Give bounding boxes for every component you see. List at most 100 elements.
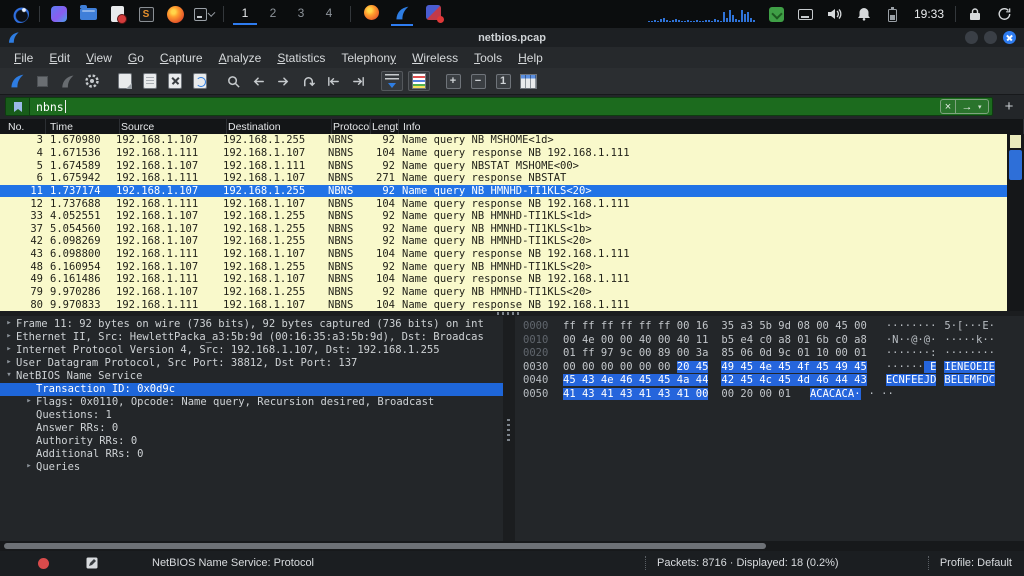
vertical-splitter[interactable]	[503, 316, 515, 541]
expand-arrow-icon[interactable]: ▸	[2, 331, 16, 344]
restart-capture-button[interactable]	[55, 70, 79, 92]
expand-arrow-icon[interactable]: ▸	[22, 461, 36, 474]
filter-dropdown-caret[interactable]	[978, 103, 988, 111]
packet-row-49[interactable]: 496.161486192.168.1.111192.168.1.107NBNS…	[0, 273, 1007, 286]
stop-capture-button[interactable]	[30, 70, 54, 92]
workspace-3[interactable]: 3	[289, 3, 313, 25]
column-header-info[interactable]: Info	[399, 119, 1024, 134]
splitter-handle-icon[interactable]	[497, 312, 521, 315]
menu-file[interactable]: File	[6, 49, 41, 67]
chevron-down-icon[interactable]	[208, 9, 216, 17]
expand-arrow-icon[interactable]: ▾	[2, 370, 16, 383]
hex-row-0040[interactable]: 004045 43 4e 46 45 45 4a 4442 45 4c 45 4…	[523, 374, 1024, 388]
expand-arrow-icon[interactable]: ▸	[22, 396, 36, 409]
column-header-protocol[interactable]: Protocol	[332, 119, 371, 134]
expand-arrow-icon[interactable]: ▸	[2, 344, 16, 357]
detail-row[interactable]: Additional RRs: 0	[0, 448, 503, 461]
detail-row[interactable]: ▸Internet Protocol Version 4, Src: 192.1…	[0, 344, 503, 357]
auto-scroll-button[interactable]	[381, 71, 403, 91]
splitter-handle-icon[interactable]	[507, 419, 510, 443]
capture-comment-icon[interactable]	[86, 557, 98, 569]
detail-row[interactable]: ▾NetBIOS Name Service	[0, 370, 503, 383]
workspace-1[interactable]: 1	[233, 3, 257, 25]
expand-arrow-icon[interactable]: ▸	[2, 357, 16, 370]
hex-row-0010[interactable]: 001000 4e 00 00 40 00 40 11b5 e4 c0 a8 0…	[523, 334, 1024, 348]
expand-arrow-icon[interactable]: ▸	[2, 318, 16, 331]
horizontal-scrollbar[interactable]	[0, 541, 1024, 551]
filter-add-button[interactable]	[999, 97, 1019, 116]
detail-row[interactable]: Transaction ID: 0x0d9c	[0, 383, 503, 396]
sublime-text-button[interactable]: S	[136, 3, 156, 25]
clock[interactable]: 19:33	[912, 7, 946, 21]
column-header-length[interactable]: Length	[371, 119, 399, 134]
scrollbar-thumb[interactable]	[1009, 150, 1022, 180]
column-header-time[interactable]: Time	[46, 119, 120, 134]
packet-row-80[interactable]: 809.970833192.168.1.111192.168.1.107NBNS…	[0, 298, 1007, 311]
close-button[interactable]	[1003, 31, 1016, 44]
menu-wireless[interactable]: Wireless	[404, 49, 466, 67]
vpn-status-button[interactable]	[767, 3, 787, 25]
filter-apply-button[interactable]	[956, 100, 978, 113]
capture-options-button[interactable]	[80, 70, 104, 92]
volume-button[interactable]	[825, 3, 845, 25]
packet-row-79[interactable]: 799.970286192.168.1.107192.168.1.255NBNS…	[0, 286, 1007, 299]
go-first-packet-button[interactable]	[321, 70, 345, 92]
detail-row[interactable]: Answer RRs: 0	[0, 422, 503, 435]
zoom-original-button[interactable]: 1	[491, 70, 515, 92]
hex-row-0020[interactable]: 002001 ff 97 9c 00 89 00 3a85 06 0d 9c 0…	[523, 347, 1024, 361]
titlebar[interactable]: netbios.pcap	[0, 28, 1024, 47]
packet-row-6[interactable]: 61.675942192.168.1.111192.168.1.107NBNS2…	[0, 172, 1007, 185]
hex-row-0050[interactable]: 005041 43 41 43 41 43 41 0000 20 00 01AC…	[523, 388, 1024, 402]
detail-row[interactable]: ▸Flags: 0x0110, Opcode: Name query, Recu…	[0, 396, 503, 409]
packet-row-3[interactable]: 31.670980192.168.1.107192.168.1.255NBNS9…	[0, 134, 1007, 147]
battery-indicator[interactable]	[883, 3, 903, 25]
hex-row-0000[interactable]: 0000ff ff ff ff ff ff 00 1635 a3 5b 9d 0…	[523, 320, 1024, 334]
detail-row[interactable]: ▸Frame 11: 92 bytes on wire (736 bits), …	[0, 318, 503, 331]
task-screen-recorder[interactable]	[422, 2, 444, 26]
text-editor-button[interactable]	[107, 3, 127, 25]
lock-screen-button[interactable]	[965, 3, 985, 25]
reload-capture-file-button[interactable]	[188, 70, 212, 92]
packet-row-11[interactable]: 111.737174192.168.1.107192.168.1.255NBNS…	[0, 185, 1007, 198]
menu-telephony[interactable]: Telephony	[333, 49, 404, 67]
menu-edit[interactable]: Edit	[41, 49, 78, 67]
column-header-no[interactable]: No.	[0, 119, 46, 134]
detail-row[interactable]: ▸Queries	[0, 461, 503, 474]
packet-row-4[interactable]: 41.671536192.168.1.111192.168.1.107NBNS1…	[0, 147, 1007, 160]
menu-capture[interactable]: Capture	[152, 49, 211, 67]
close-capture-file-button[interactable]	[163, 70, 187, 92]
show-desktop-button[interactable]	[49, 3, 69, 25]
status-profile[interactable]: Profile: Default	[940, 557, 1012, 569]
filter-clear-button[interactable]	[941, 100, 956, 113]
menu-tools[interactable]: Tools	[466, 49, 510, 67]
colorize-packets-button[interactable]	[408, 71, 430, 91]
task-wireshark[interactable]	[391, 2, 413, 26]
menu-help[interactable]: Help	[510, 49, 551, 67]
save-capture-file-button[interactable]	[138, 70, 162, 92]
logout-button[interactable]	[994, 3, 1014, 25]
filter-bookmark-button[interactable]	[6, 98, 30, 115]
detail-row[interactable]: Authority RRs: 0	[0, 435, 503, 448]
terminal-launcher-button[interactable]	[194, 3, 214, 25]
zoom-in-button[interactable]: +	[441, 70, 465, 92]
clipboard-button[interactable]	[796, 3, 816, 25]
workspace-4[interactable]: 4	[317, 3, 341, 25]
column-header-source[interactable]: Source	[120, 119, 227, 134]
detail-row[interactable]: ▸User Datagram Protocol, Src Port: 38812…	[0, 357, 503, 370]
packet-list-scrollbar[interactable]	[1007, 134, 1024, 311]
detail-row[interactable]: Questions: 1	[0, 409, 503, 422]
scrollbar-thumb[interactable]	[4, 543, 766, 549]
packet-row-42[interactable]: 426.098269192.168.1.107192.168.1.255NBNS…	[0, 235, 1007, 248]
packet-row-33[interactable]: 334.052551192.168.1.107192.168.1.255NBNS…	[0, 210, 1007, 223]
resize-columns-button[interactable]	[516, 70, 540, 92]
column-header-destination[interactable]: Destination	[227, 119, 332, 134]
menu-go[interactable]: Go	[120, 49, 152, 67]
packet-row-37[interactable]: 375.054560192.168.1.107192.168.1.255NBNS…	[0, 222, 1007, 235]
menu-view[interactable]: View	[78, 49, 120, 67]
workspace-2[interactable]: 2	[261, 3, 285, 25]
kali-menu-button[interactable]	[10, 3, 30, 25]
go-back-button[interactable]	[246, 70, 270, 92]
task-firefox[interactable]	[360, 2, 382, 26]
packet-row-43[interactable]: 436.098800192.168.1.111192.168.1.107NBNS…	[0, 248, 1007, 261]
firefox-launcher-button[interactable]	[165, 3, 185, 25]
